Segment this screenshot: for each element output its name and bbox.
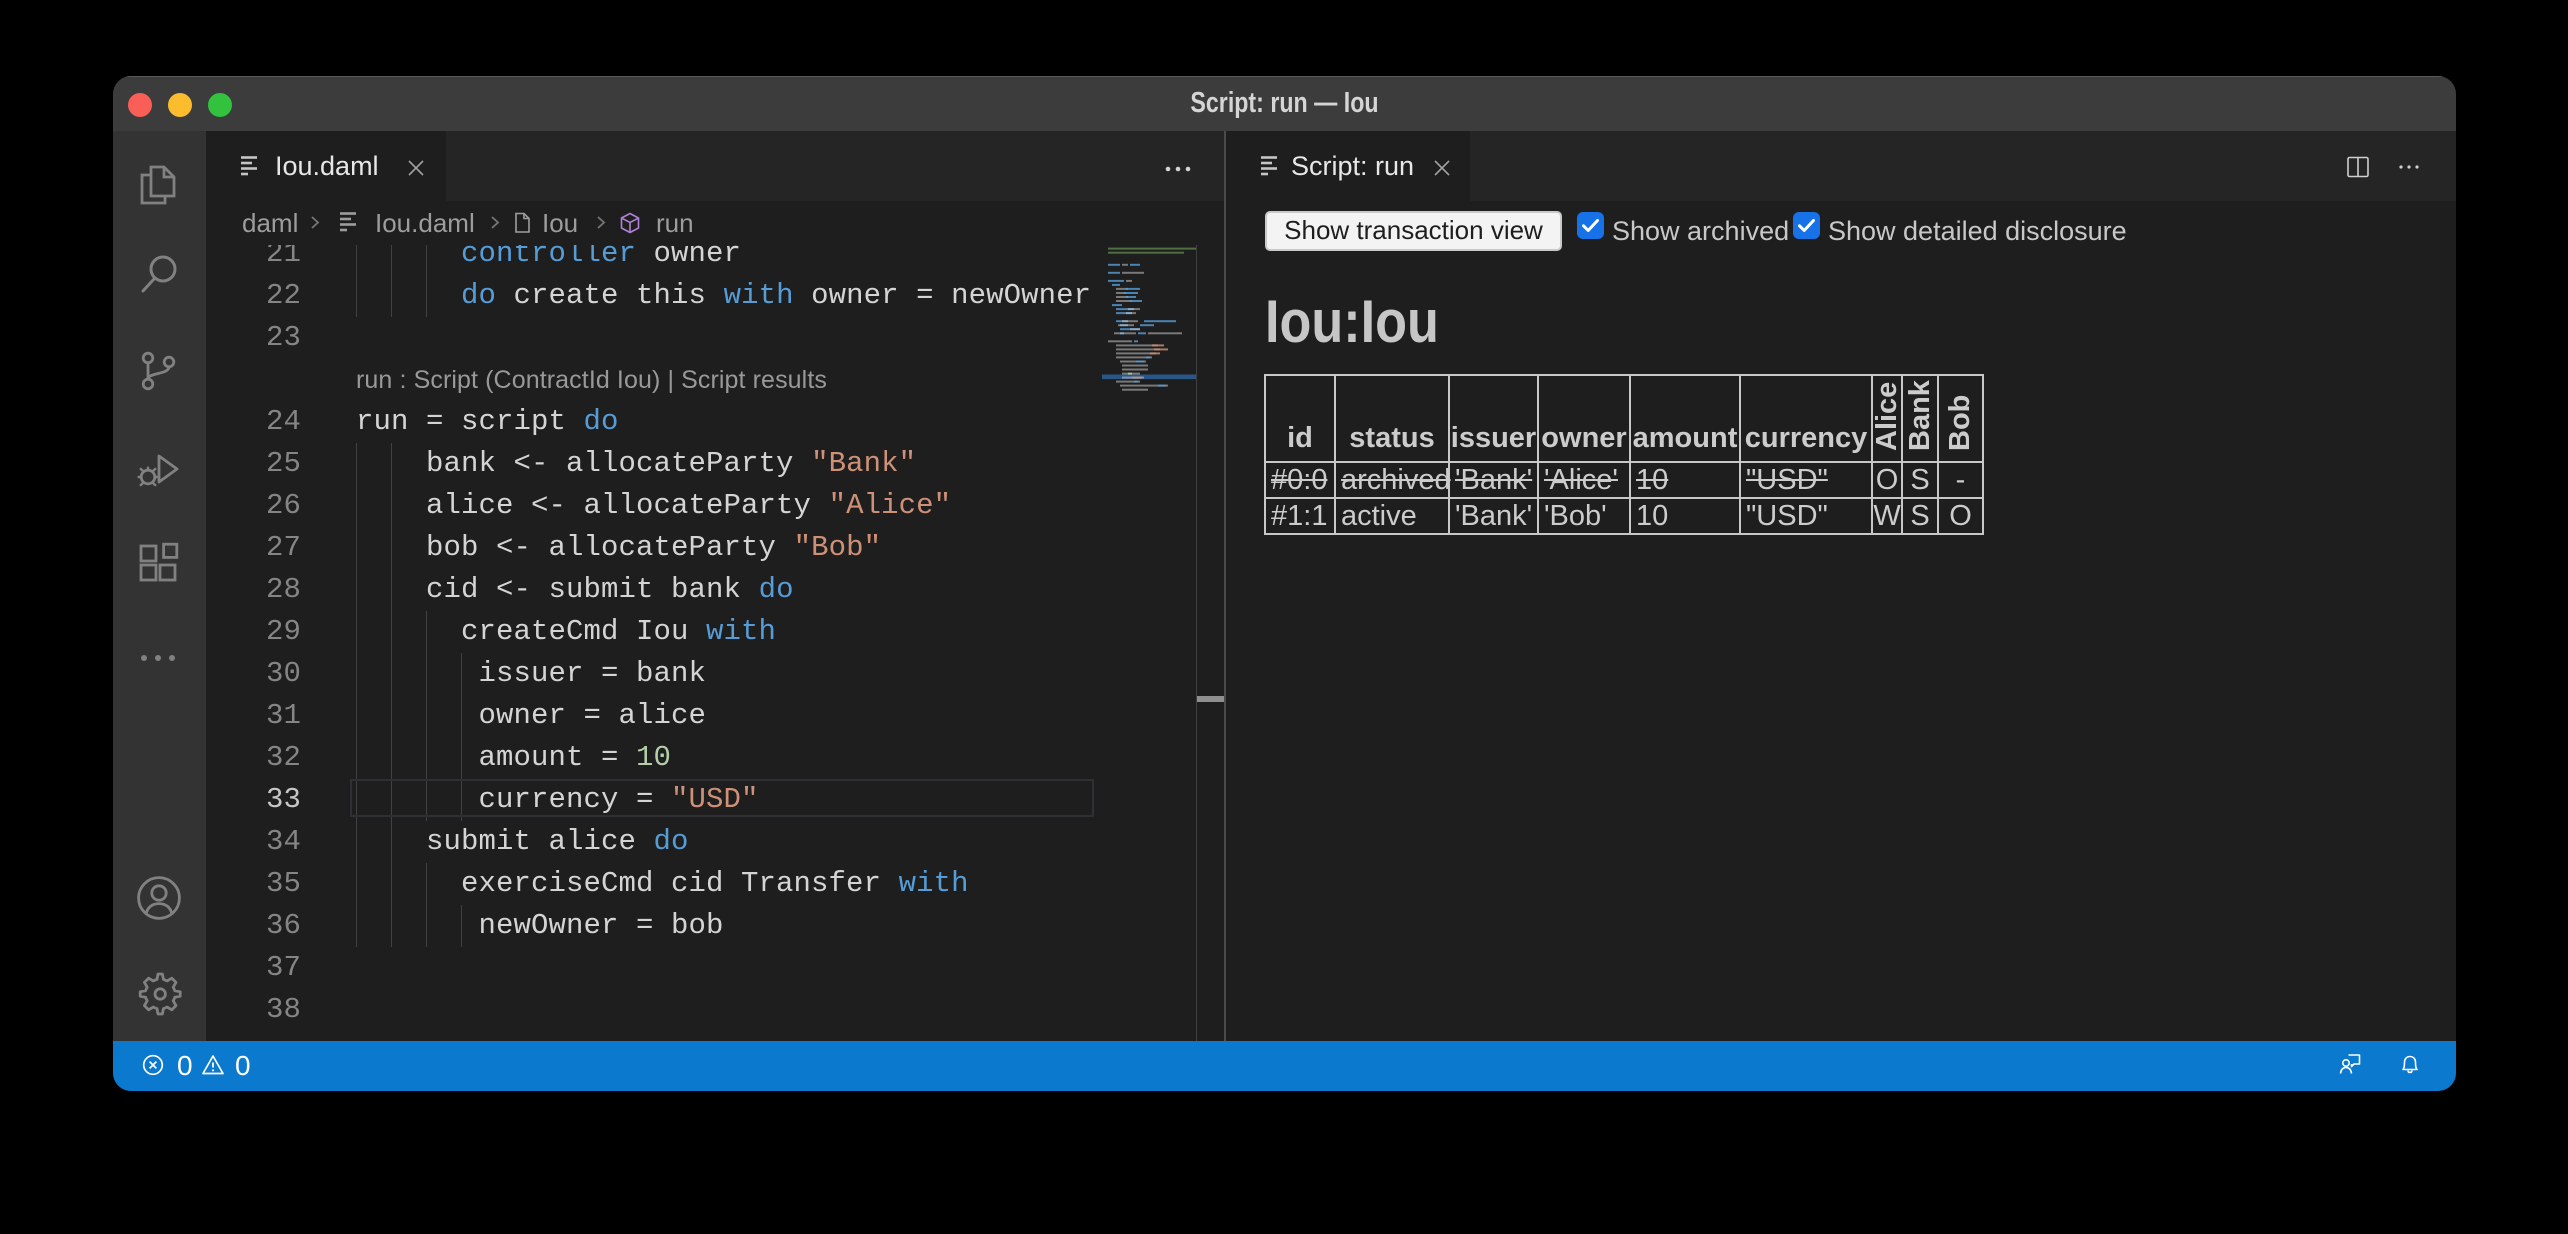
svg-text:Alice: Alice (1873, 382, 1901, 451)
svg-text:Bob: Bob (1944, 395, 1976, 451)
svg-text:Bank: Bank (1904, 379, 1936, 451)
